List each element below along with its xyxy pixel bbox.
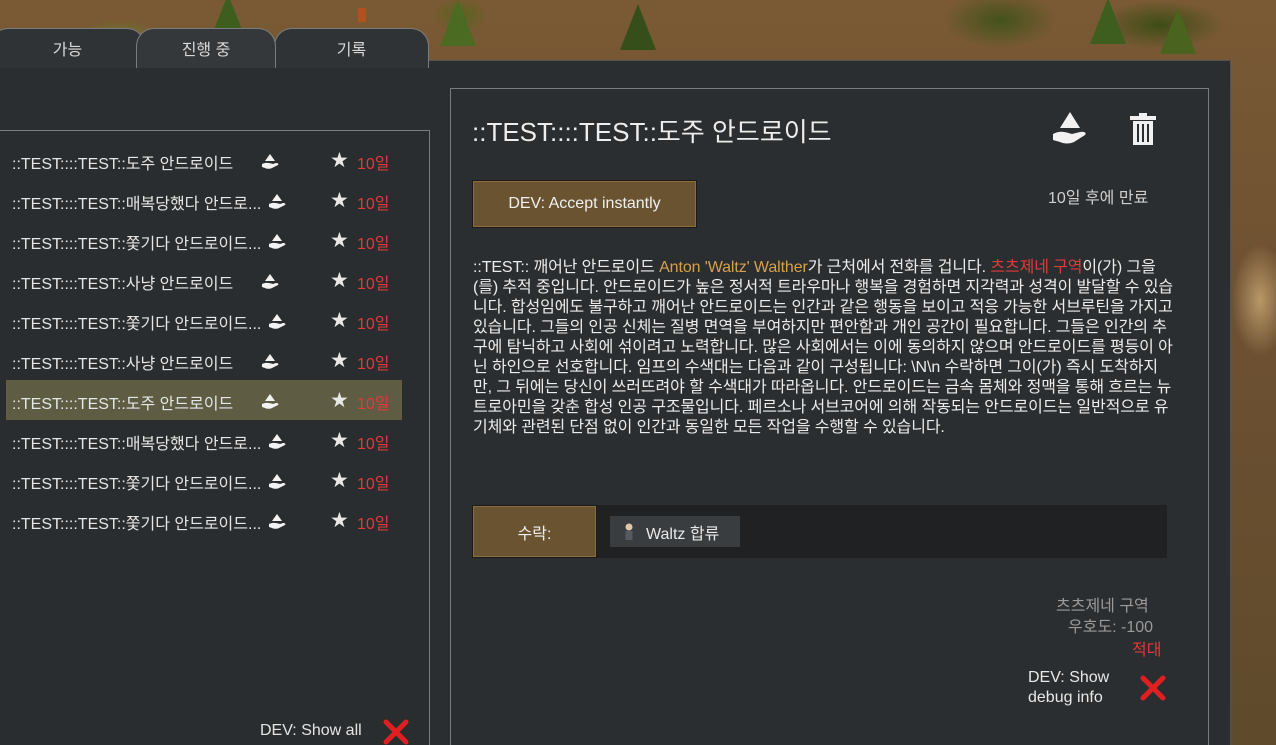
quest-list-item[interactable]: ::TEST::::TEST::사냥 안드로이드 ★ 10일 <box>6 260 402 300</box>
desc-text: 이(가) 그을(를) 추적 중입니다. 안드로이드가 높은 정서적 트라우마나 … <box>473 259 1173 436</box>
quest-name: ::TEST::::TEST::쫓기다 안드로이드... <box>12 316 262 333</box>
quest-list-item[interactable]: ::TEST::::TEST::쫓기다 안드로이드... ★ 10일 <box>6 500 402 540</box>
quest-list-item[interactable]: ::TEST::::TEST::사냥 안드로이드 ★ 10일 <box>6 340 402 380</box>
star-icon[interactable]: ★ <box>330 350 349 371</box>
quest-list-item[interactable]: ::TEST::::TEST::매복당했다 안드로... ★ 10일 <box>6 180 402 220</box>
star-icon[interactable]: ★ <box>330 230 349 251</box>
star-icon[interactable]: ★ <box>330 310 349 331</box>
close-x-icon[interactable] <box>382 718 410 745</box>
quest-drop-icon <box>269 434 286 449</box>
quest-description: ::TEST:: 깨어난 안드로이드 Anton 'Waltz' Walther… <box>473 258 1173 438</box>
quest-days-left: 10일 <box>357 476 390 493</box>
quest-days-left: 10일 <box>357 316 390 333</box>
show-debug-label: DEV: Show debug info <box>1028 669 1110 706</box>
tree <box>620 4 656 50</box>
quest-name: ::TEST::::TEST::사냥 안드로이드 <box>12 276 234 293</box>
reward-item[interactable]: Waltz 합류 <box>610 516 740 547</box>
accept-quest-icon[interactable] <box>1050 108 1090 148</box>
star-icon[interactable]: ★ <box>330 270 349 291</box>
quest-list-item[interactable]: ::TEST::::TEST::쫓기다 안드로이드... ★ 10일 <box>6 220 402 260</box>
tab-available[interactable]: 가능 <box>0 28 145 68</box>
quest-drop-icon <box>269 514 286 529</box>
dev-accept-instantly-button[interactable]: DEV: Accept instantly <box>472 180 697 228</box>
tree-trunk <box>358 8 366 22</box>
quest-name: ::TEST::::TEST::쫓기다 안드로이드... <box>12 236 262 253</box>
faction-relation: 적대 <box>1132 642 1162 659</box>
reward-label: Waltz 합류 <box>646 525 720 543</box>
quest-list-item[interactable]: ::TEST::::TEST::도주 안드로이드 ★ 10일 <box>6 380 402 420</box>
faction-link[interactable]: 츠츠제네 구역 <box>990 259 1082 276</box>
tree <box>440 0 476 46</box>
quest-title: ::TEST::::TEST::도주 안드로이드 <box>472 117 832 147</box>
quest-days-left: 10일 <box>357 276 390 293</box>
quest-name: ::TEST::::TEST::도주 안드로이드 <box>12 156 234 173</box>
quest-days-left: 10일 <box>357 236 390 253</box>
pawn-icon <box>625 523 633 540</box>
quest-name: ::TEST::::TEST::매복당했다 안드로... <box>12 196 262 213</box>
tab-history[interactable]: 기록 <box>274 28 429 68</box>
quest-list-item[interactable]: ::TEST::::TEST::쫓기다 안드로이드... ★ 10일 <box>6 300 402 340</box>
star-icon[interactable]: ★ <box>330 510 349 531</box>
button-label: 수락: <box>517 525 552 543</box>
quest-drop-icon <box>269 314 286 329</box>
tab-label: 기록 <box>336 41 367 59</box>
star-icon[interactable]: ★ <box>330 150 349 171</box>
quest-list-item[interactable]: ::TEST::::TEST::도주 안드로이드 ★ 10일 <box>6 140 402 180</box>
quest-days-left: 10일 <box>357 156 390 173</box>
quest-drop-icon <box>262 154 279 169</box>
quest-name: ::TEST::::TEST::쫓기다 안드로이드... <box>12 516 262 533</box>
quest-name: ::TEST::::TEST::매복당했다 안드로... <box>12 436 262 453</box>
star-icon[interactable]: ★ <box>330 390 349 411</box>
close-x-icon[interactable] <box>1139 674 1167 702</box>
show-all-label: DEV: Show all <box>260 722 362 739</box>
quest-days-left: 10일 <box>357 396 390 413</box>
quest-drop-icon <box>269 474 286 489</box>
desc-text: ::TEST:: 깨어난 안드로이드 <box>473 259 660 276</box>
star-icon[interactable]: ★ <box>330 430 349 451</box>
desc-text: 가 근처에서 전화를 겁니다. <box>807 259 991 276</box>
button-label: DEV: Accept instantly <box>508 195 661 212</box>
faction-goodwill: 우호도: -100 <box>1068 619 1154 636</box>
tab-label: 가능 <box>52 41 83 59</box>
star-icon[interactable]: ★ <box>330 190 349 211</box>
quest-name: ::TEST::::TEST::쫓기다 안드로이드... <box>12 476 262 493</box>
quest-drop-icon <box>269 234 286 249</box>
quest-days-left: 10일 <box>357 196 390 213</box>
pawn-link[interactable]: Anton 'Waltz' Walther <box>659 259 808 276</box>
quest-drop-icon <box>262 394 279 409</box>
quest-list-item[interactable]: ::TEST::::TEST::매복당했다 안드로... ★ 10일 <box>6 420 402 460</box>
tab-in-progress[interactable]: 진행 중 <box>136 28 276 68</box>
accept-button[interactable]: 수락: <box>472 505 597 558</box>
quest-days-left: 10일 <box>357 516 390 533</box>
quest-name: ::TEST::::TEST::사냥 안드로이드 <box>12 356 234 373</box>
quest-drop-icon <box>269 194 286 209</box>
trash-icon[interactable] <box>1128 112 1158 146</box>
quest-list-item[interactable]: ::TEST::::TEST::쫓기다 안드로이드... ★ 10일 <box>6 460 402 500</box>
quest-name: ::TEST::::TEST::도주 안드로이드 <box>12 396 234 413</box>
quest-tabs: 가능 기록 진행 중 <box>0 28 430 68</box>
tab-label: 진행 중 <box>181 41 231 59</box>
quest-days-left: 10일 <box>357 356 390 373</box>
tree <box>1160 8 1196 54</box>
quest-drop-icon <box>262 354 279 369</box>
tree <box>1090 0 1126 44</box>
quest-drop-icon <box>262 274 279 289</box>
expiry-text: 10일 후에 만료 <box>1048 190 1149 207</box>
star-icon[interactable]: ★ <box>330 470 349 491</box>
quest-days-left: 10일 <box>357 436 390 453</box>
